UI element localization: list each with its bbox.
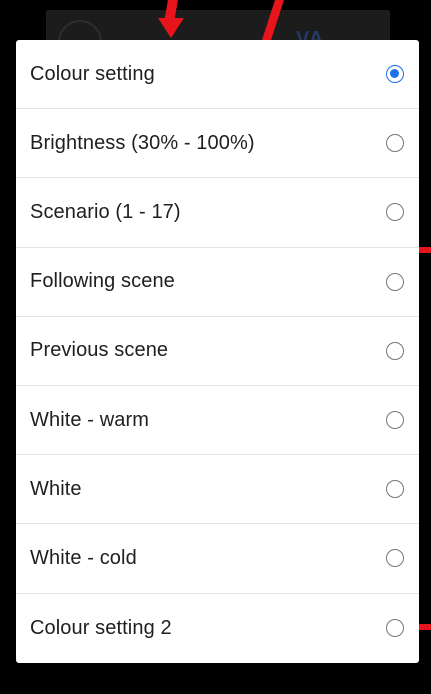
radio-button-selected[interactable] <box>386 65 404 84</box>
option-label: Colour setting 2 <box>30 616 172 639</box>
option-label: Colour setting <box>30 62 155 85</box>
option-label: White <box>30 477 82 500</box>
option-label: Following scene <box>30 270 175 293</box>
radio-button[interactable] <box>386 619 404 638</box>
option-label: White - warm <box>30 408 149 431</box>
radio-button[interactable] <box>386 411 404 430</box>
option-following-scene[interactable]: Following scene <box>16 248 419 317</box>
option-label: White - cold <box>30 546 137 569</box>
radio-button[interactable] <box>386 341 404 360</box>
radio-button[interactable] <box>386 203 404 222</box>
screen: VA Colour setting Brightness (30% - 100%… <box>0 0 431 694</box>
option-colour-setting[interactable]: Colour setting <box>16 40 419 110</box>
option-scenario[interactable]: Scenario (1 - 17) <box>16 178 419 248</box>
radio-button[interactable] <box>386 549 404 568</box>
option-label: Brightness (30% - 100%) <box>30 131 255 154</box>
option-white-warm[interactable]: White - warm <box>16 386 419 456</box>
radio-button[interactable] <box>386 272 404 291</box>
annotation-arrow-head <box>158 18 184 38</box>
option-label: Scenario (1 - 17) <box>30 200 181 223</box>
option-previous-scene[interactable]: Previous scene <box>16 317 419 386</box>
option-white-cold[interactable]: White - cold <box>16 524 419 594</box>
option-brightness[interactable]: Brightness (30% - 100%) <box>16 109 419 179</box>
option-dialog: Colour setting Brightness (30% - 100%) S… <box>16 40 419 663</box>
option-label: Previous scene <box>30 339 169 362</box>
radio-button[interactable] <box>386 480 404 499</box>
option-white[interactable]: White <box>16 455 419 525</box>
radio-button[interactable] <box>386 134 404 153</box>
option-colour-setting-2[interactable]: Colour setting 2 <box>16 594 419 663</box>
